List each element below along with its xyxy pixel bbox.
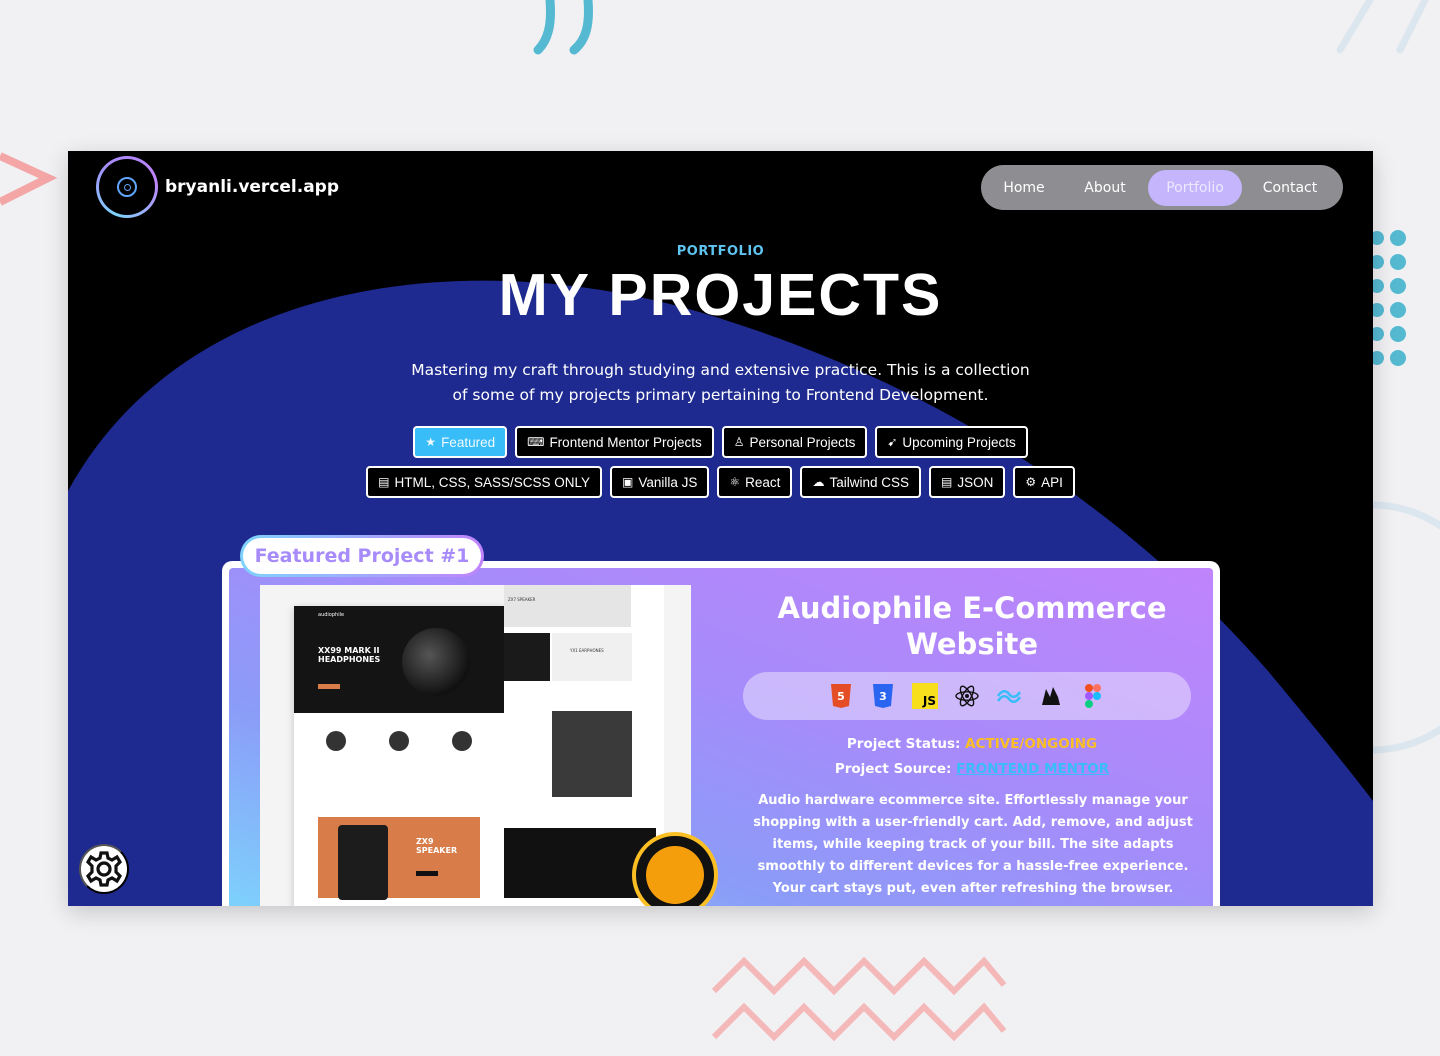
project-title: Audiophile E-Commerce Website xyxy=(777,591,1167,661)
site-logo[interactable]: bryanli.vercel.app xyxy=(96,156,339,218)
main-nav: Home About Portfolio Contact xyxy=(981,165,1343,210)
filter-upcoming[interactable]: ➹ Upcoming Projects xyxy=(875,426,1028,458)
javascript-icon: JS xyxy=(912,683,938,709)
decor-light-circle xyxy=(1372,501,1440,754)
filter-api[interactable]: ⚙ API xyxy=(1013,466,1075,498)
decor-teal-dots xyxy=(1372,230,1406,366)
nav-portfolio[interactable]: Portfolio xyxy=(1148,169,1242,206)
decor-light-slashes xyxy=(1336,0,1429,54)
status-badge: ACTIVE/ONGOING xyxy=(965,736,1098,752)
logo-ring-icon xyxy=(96,156,158,218)
filter-tailwind[interactable]: ☁ Tailwind CSS xyxy=(800,466,921,498)
featured-project-card[interactable]: audiophile XX99 MARK II HEADPHONES ZX9 S… xyxy=(222,561,1220,906)
page-description: Mastering my craft through studying and … xyxy=(411,361,1030,404)
redux-icon xyxy=(1038,683,1064,709)
gear-icon: ⚙ xyxy=(1025,475,1037,489)
nav-contact[interactable]: Contact xyxy=(1242,170,1338,206)
tailwind-icon xyxy=(996,683,1022,709)
project-description: Audio hardware ecommerce site. Effortles… xyxy=(753,793,1193,896)
avatar-badge-icon xyxy=(632,832,718,906)
filter-json[interactable]: ▤ JSON xyxy=(928,466,1006,498)
person-image xyxy=(552,711,632,797)
featured-tag: Featured Project #1 xyxy=(240,535,484,577)
html5-icon: 5 xyxy=(828,683,854,709)
react-icon: ⚛ xyxy=(729,475,741,489)
nav-about[interactable]: About xyxy=(1062,170,1148,206)
source-link[interactable]: FRONTEND MENTOR xyxy=(956,761,1109,777)
file-icon: ▤ xyxy=(940,475,953,489)
filter-row-tech: ▤ HTML, CSS, SASS/SCSS ONLY ▣ Vanilla JS… xyxy=(68,466,1373,498)
project-status: Project Status: ACTIVE/ONGOING xyxy=(846,736,1098,752)
section-eyebrow: PORTFOLIO xyxy=(676,244,765,259)
rocket-icon: ➹ xyxy=(887,435,898,449)
file-code-icon: ▤ xyxy=(378,475,390,489)
filter-vanilla-js[interactable]: ▣ Vanilla JS xyxy=(610,466,710,498)
decor-teal-arcs xyxy=(533,0,593,55)
filter-featured[interactable]: ★ Featured xyxy=(413,426,508,458)
filter-frontend-mentor[interactable]: ⌨ Frontend Mentor Projects xyxy=(515,426,714,458)
project-screenshot: audiophile XX99 MARK II HEADPHONES ZX9 S… xyxy=(260,585,691,906)
portfolio-page: bryanli.vercel.app Home About Portfolio … xyxy=(68,151,1373,906)
gear-icon xyxy=(85,851,123,887)
decor-pink-zigzag xyxy=(711,956,1007,1042)
settings-button[interactable] xyxy=(79,844,129,894)
filter-html-css[interactable]: ▤ HTML, CSS, SASS/SCSS ONLY xyxy=(366,466,603,498)
svg-text:3: 3 xyxy=(879,690,887,703)
css3-icon: 3 xyxy=(870,683,896,709)
file-js-icon: ▣ xyxy=(622,475,634,489)
nav-home[interactable]: Home xyxy=(986,170,1062,206)
decor-pink-chevron xyxy=(0,152,58,206)
tech-stack-bar: 5 3 JS xyxy=(743,672,1191,720)
headphones-image xyxy=(402,628,470,696)
project-source: Project Source: FRONTEND MENTOR xyxy=(834,761,1110,777)
speaker-image xyxy=(338,825,388,900)
star-icon: ★ xyxy=(425,435,437,449)
cloud-icon: ☁ xyxy=(812,475,825,489)
filter-personal[interactable]: ♙ Personal Projects xyxy=(721,426,868,458)
site-domain: bryanli.vercel.app xyxy=(165,177,340,197)
page-title: MY PROJECTS xyxy=(498,262,943,328)
filter-react[interactable]: ⚛ React xyxy=(717,466,793,498)
laptop-icon: ⌨ xyxy=(527,435,545,449)
filter-row-categories: ★ Featured ⌨ Frontend Mentor Projects ♙ … xyxy=(68,426,1373,458)
svg-text:5: 5 xyxy=(837,690,845,703)
user-icon: ♙ xyxy=(733,435,745,449)
react-icon xyxy=(954,683,980,709)
figma-icon xyxy=(1080,683,1106,709)
